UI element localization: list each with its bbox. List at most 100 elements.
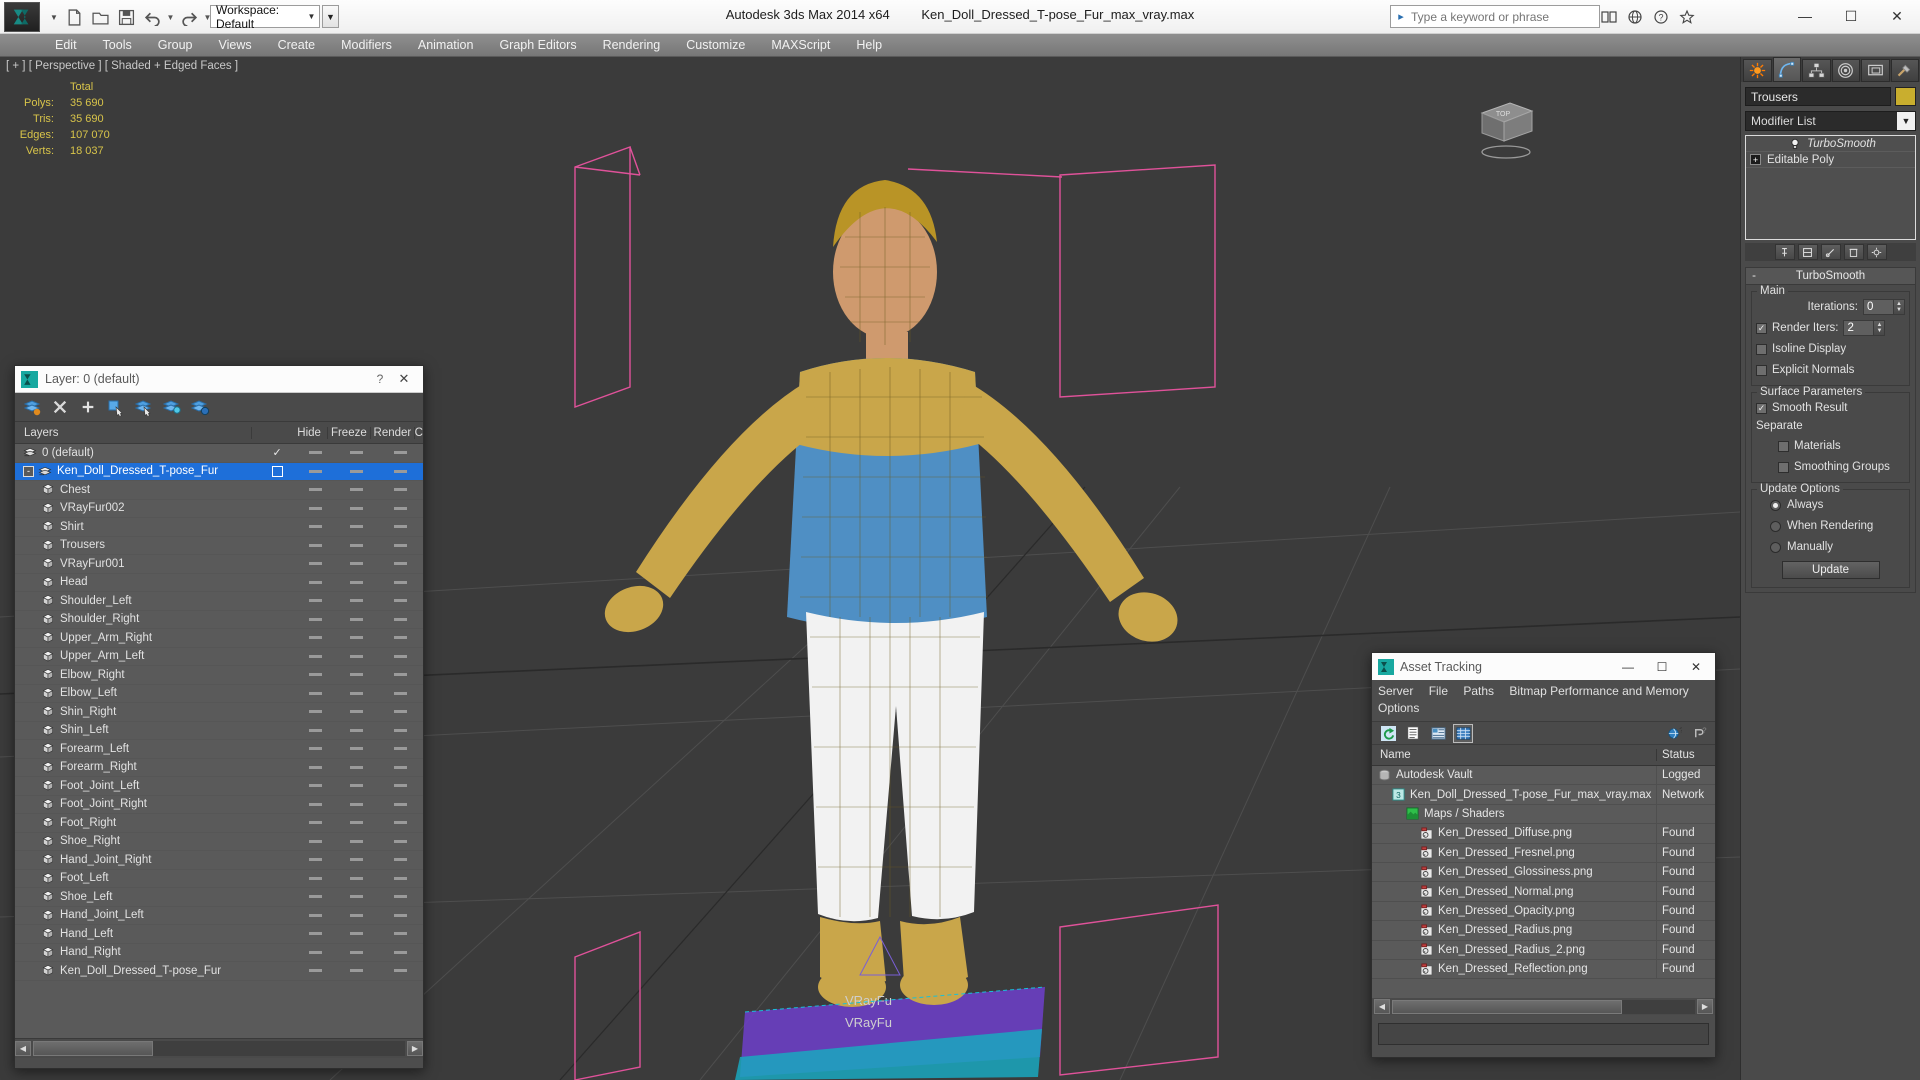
current-layer-box-icon[interactable] — [271, 465, 283, 477]
save-file-icon[interactable] — [114, 5, 138, 29]
layer-col-layers[interactable]: Layers — [15, 426, 252, 439]
asset-row[interactable]: Ken_Dressed_Opacity.png Found — [1372, 901, 1715, 922]
hide-toggle-icon[interactable] — [309, 506, 323, 510]
layer-properties-icon[interactable] — [189, 396, 211, 418]
spinner-arrows-icon[interactable]: ▲ ▼ — [1894, 299, 1905, 315]
layer-hide-cell[interactable] — [298, 950, 335, 954]
modifier-stack-item-editable-poly[interactable]: + Editable Poly — [1746, 152, 1915, 168]
layer-freeze-cell[interactable] — [334, 802, 378, 806]
hide-toggle-icon[interactable] — [309, 710, 323, 714]
layer-hide-cell[interactable] — [298, 617, 335, 621]
layer-hide-cell[interactable] — [298, 599, 335, 603]
layer-freeze-cell[interactable] — [334, 839, 378, 843]
asset-row[interactable]: Ken_Dressed_Radius_2.png Found — [1372, 940, 1715, 960]
layer-row[interactable]: Foot_Left — [15, 870, 423, 888]
hierarchy-tab[interactable] — [1802, 59, 1831, 82]
layer-render-cell[interactable] — [379, 654, 423, 658]
freeze-toggle-icon[interactable] — [349, 765, 363, 769]
asset-tracking-titlebar[interactable]: Asset Tracking — ☐ ✕ — [1372, 653, 1715, 680]
layer-freeze-cell[interactable] — [334, 469, 378, 473]
freeze-toggle-icon[interactable] — [349, 599, 363, 603]
layer-row[interactable]: Shoulder_Left — [15, 592, 423, 611]
layer-hide-cell[interactable] — [298, 876, 335, 880]
layer-row-name-cell[interactable]: Foot_Joint_Right — [15, 798, 257, 811]
asset-name-cell[interactable]: Ken_Dressed_Radius.png — [1372, 921, 1657, 940]
select-highlighted-layer-icon[interactable] — [133, 396, 155, 418]
freeze-toggle-icon[interactable] — [349, 710, 363, 714]
layer-current-cell[interactable]: ✓ — [257, 446, 298, 459]
object-name-field[interactable]: Trousers — [1745, 87, 1891, 106]
render-toggle-icon[interactable] — [394, 562, 408, 566]
layer-render-cell[interactable] — [379, 691, 423, 695]
expand-plus-icon[interactable]: + — [1750, 154, 1761, 165]
layer-col-hide[interactable]: Hide — [292, 426, 328, 439]
layer-freeze-cell[interactable] — [334, 932, 378, 936]
layer-render-cell[interactable] — [379, 636, 423, 640]
layer-hide-cell[interactable] — [298, 654, 335, 658]
search-input[interactable] — [1411, 9, 1587, 24]
layer-render-cell[interactable] — [379, 876, 423, 880]
freeze-toggle-icon[interactable] — [349, 543, 363, 547]
create-tab[interactable] — [1743, 59, 1772, 82]
freeze-toggle-icon[interactable] — [349, 747, 363, 751]
lightbulb-icon[interactable] — [1789, 138, 1801, 150]
layer-freeze-cell[interactable] — [334, 506, 378, 510]
layer-hide-cell[interactable] — [298, 839, 335, 843]
chevron-down-icon[interactable]: ▼ — [1897, 112, 1915, 130]
asset-name-cell[interactable]: Autodesk Vault — [1372, 766, 1657, 785]
hide-toggle-icon[interactable] — [309, 525, 323, 529]
layer-freeze-cell[interactable] — [334, 969, 378, 973]
detail-view-icon[interactable] — [1428, 724, 1448, 743]
modify-tab[interactable] — [1772, 57, 1801, 82]
layer-row[interactable]: Shin_Left — [15, 722, 423, 740]
update-button[interactable]: Update — [1781, 561, 1880, 579]
layer-hide-cell[interactable] — [298, 913, 335, 917]
render-toggle-icon[interactable] — [394, 525, 408, 529]
layer-hide-cell[interactable] — [297, 451, 334, 455]
show-end-result-button[interactable] — [1797, 244, 1818, 260]
layer-row-name-cell[interactable]: Hand_Left — [15, 927, 257, 940]
render-toggle-icon[interactable] — [394, 895, 408, 899]
asset-hscrollbar[interactable]: ◀ ▶ — [1372, 998, 1715, 1015]
layer-row-name-cell[interactable]: VRayFur002 — [15, 502, 257, 515]
asset-close-button[interactable]: ✕ — [1679, 654, 1713, 679]
pin-stack-button[interactable] — [1774, 244, 1795, 260]
render-toggle-icon[interactable] — [394, 728, 408, 732]
layer-render-cell[interactable] — [379, 488, 423, 492]
command-panel[interactable]: Trousers Modifier List ▼ TurboSmooth + E… — [1740, 57, 1920, 1080]
hide-toggle-icon[interactable] — [309, 617, 323, 621]
menu-item-views[interactable]: Views — [205, 34, 264, 57]
layer-row[interactable]: 0 (default) ✓ — [15, 444, 423, 463]
layer-row-name-cell[interactable]: Head — [15, 576, 257, 589]
render-toggle-icon[interactable] — [394, 488, 408, 492]
layer-render-cell[interactable] — [379, 599, 423, 603]
layer-row[interactable]: Ken_Doll_Dressed_T-pose_Fur — [15, 962, 423, 981]
layer-row[interactable]: Shin_Right — [15, 703, 423, 722]
menu-item-rendering[interactable]: Rendering — [590, 34, 674, 57]
layer-dialog-titlebar[interactable]: Layer: 0 (default) ? ✕ — [15, 366, 423, 393]
layer-freeze-cell[interactable] — [334, 765, 378, 769]
render-iters-value[interactable]: 2 — [1843, 320, 1875, 336]
render-toggle-icon[interactable] — [394, 932, 408, 936]
layer-row[interactable]: Upper_Arm_Right — [15, 629, 423, 648]
object-color-swatch[interactable] — [1895, 87, 1916, 106]
menu-item-edit[interactable]: Edit — [42, 34, 90, 57]
hide-toggle-icon[interactable] — [309, 451, 323, 455]
layer-hide-cell[interactable] — [298, 543, 335, 547]
layer-render-cell[interactable] — [379, 469, 423, 473]
layer-row[interactable]: Head — [15, 574, 423, 592]
asset-name-cell[interactable]: Ken_Dressed_Glossiness.png — [1372, 862, 1657, 882]
layer-row[interactable]: VRayFur001 — [15, 555, 423, 574]
layer-render-cell[interactable] — [379, 784, 423, 788]
layer-render-cell[interactable] — [379, 673, 423, 677]
smooth-result-checkbox[interactable]: ✓ — [1756, 402, 1767, 414]
close-button[interactable]: ✕ — [1874, 0, 1920, 32]
render-toggle-icon[interactable] — [394, 543, 408, 547]
exchange-icon[interactable] — [1598, 5, 1620, 28]
remove-modifier-button[interactable] — [1843, 244, 1864, 260]
help-icon[interactable]: ? — [1689, 724, 1709, 743]
layer-row[interactable]: Forearm_Left — [15, 740, 423, 759]
render-toggle-icon[interactable] — [394, 710, 408, 714]
layer-row-name-cell[interactable]: Shoulder_Right — [15, 613, 257, 626]
render-toggle-icon[interactable] — [394, 913, 408, 917]
